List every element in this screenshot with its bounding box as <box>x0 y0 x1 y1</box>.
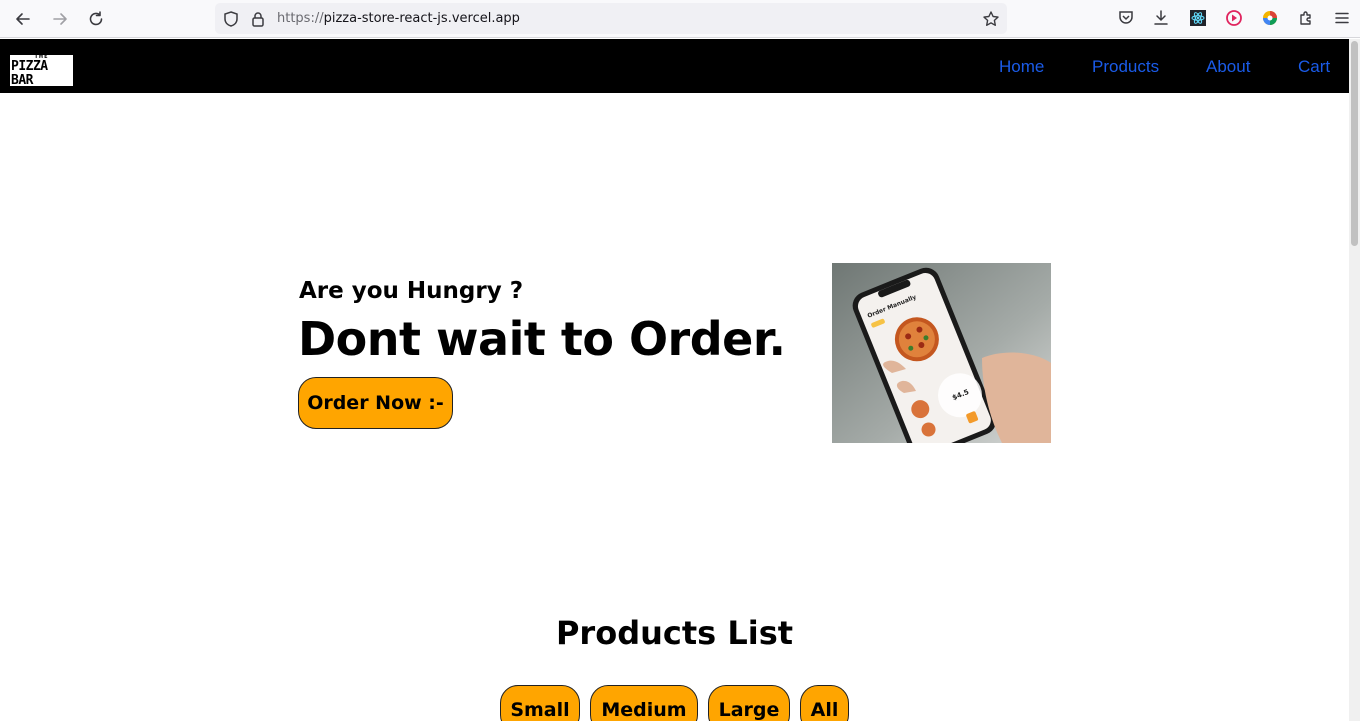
url-text[interactable]: https://pizza-store-react-js.vercel.app <box>277 11 520 26</box>
logo-main-text: PIZZA BAR <box>11 58 48 88</box>
react-devtools-icon[interactable] <box>1188 8 1208 28</box>
page-scrollbar[interactable] <box>1349 39 1360 721</box>
extensions-puzzle-icon[interactable] <box>1296 8 1316 28</box>
filter-medium-button[interactable]: Medium <box>590 685 698 721</box>
lock-icon[interactable] <box>249 10 267 28</box>
bookmark-star-icon[interactable] <box>982 10 1000 28</box>
media-play-extension-icon[interactable] <box>1224 8 1244 28</box>
site-navbar: THE PIZZA BAR Home Products About Cart <box>0 39 1349 93</box>
nav-link-about[interactable]: About <box>1206 57 1250 77</box>
order-now-button[interactable]: Order Now :- <box>298 377 453 429</box>
menu-hamburger-icon[interactable] <box>1332 8 1352 28</box>
shield-icon[interactable] <box>222 10 240 28</box>
pizza-bar-logo[interactable]: THE PIZZA BAR <box>10 54 73 88</box>
filter-small-button[interactable]: Small <box>500 685 580 721</box>
filter-large-button[interactable]: Large <box>708 685 790 721</box>
back-icon[interactable] <box>10 7 36 31</box>
pocket-icon[interactable] <box>1116 8 1136 28</box>
nav-link-home[interactable]: Home <box>999 57 1044 77</box>
color-picker-extension-icon[interactable] <box>1260 8 1280 28</box>
scrollbar-thumb[interactable] <box>1351 41 1358 246</box>
products-list-title: Products List <box>555 614 794 652</box>
filter-all-button[interactable]: All <box>800 685 849 721</box>
nav-link-cart[interactable]: Cart <box>1298 57 1330 77</box>
nav-link-products[interactable]: Products <box>1092 57 1159 77</box>
forward-icon[interactable] <box>47 7 73 31</box>
hero-phone-pizza-image: Order Manually $4.5 <box>832 263 1051 443</box>
downloads-icon[interactable] <box>1151 8 1171 28</box>
hero-title: Dont wait to Order. <box>298 312 786 366</box>
reload-icon[interactable] <box>83 7 109 31</box>
address-bar[interactable]: https://pizza-store-react-js.vercel.app <box>215 3 1007 34</box>
browser-toolbar: https://pizza-store-react-js.vercel.app <box>0 0 1360 38</box>
hero-subtitle: Are you Hungry ? <box>299 278 524 304</box>
